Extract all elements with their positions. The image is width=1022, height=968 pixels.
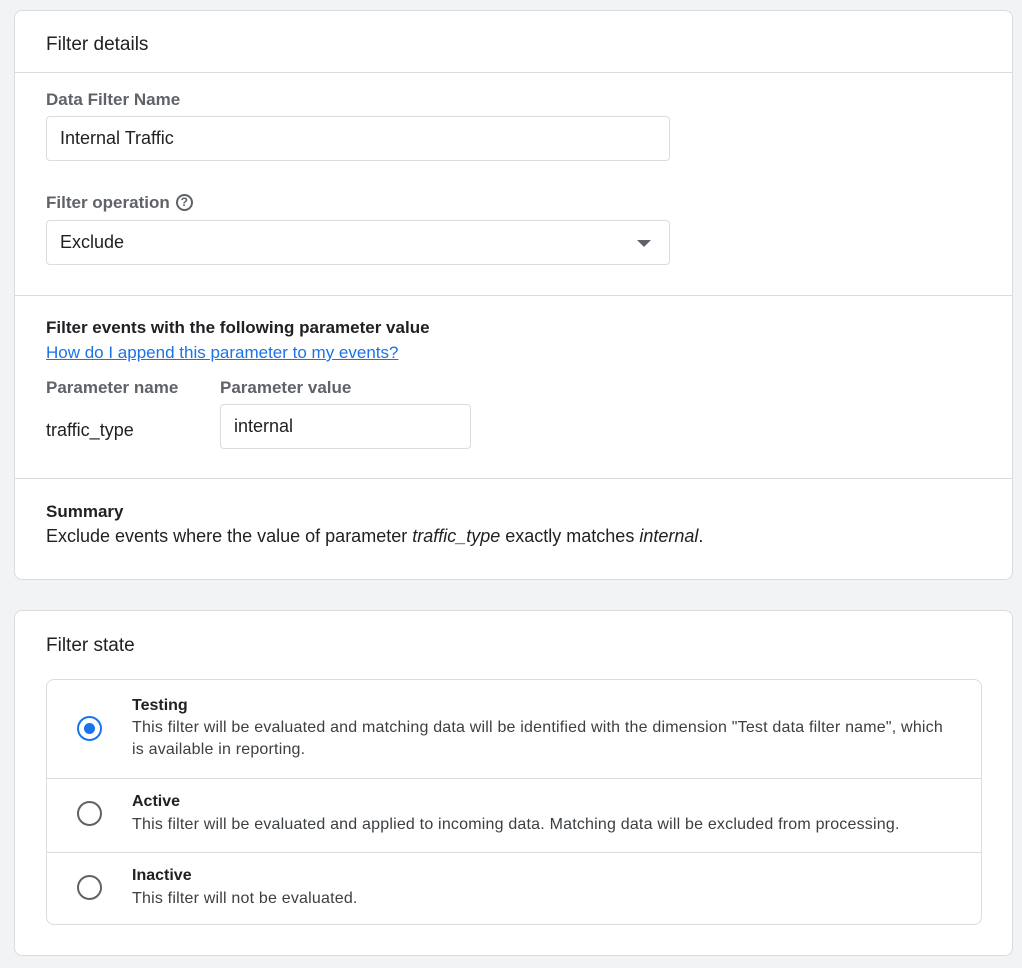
parameter-name-value: traffic_type [46, 420, 134, 440]
data-filter-name-value: Internal Traffic [60, 128, 174, 148]
divider [15, 295, 1012, 296]
state-option-testing[interactable]: Testing This filter will be evaluated an… [47, 680, 981, 778]
state-option-inactive[interactable]: Inactive This filter will not be evaluat… [47, 852, 981, 926]
filter-operation-value: Exclude [60, 232, 125, 252]
divider [15, 72, 1012, 73]
filter-state-title: Filter state [46, 635, 135, 656]
summary-text: Exclude events where the value of parame… [46, 526, 703, 547]
summary-suffix: . [698, 526, 704, 546]
filter-state-card: Filter state Testing This filter will be… [14, 610, 1013, 956]
filter-operation-label-text: Filter operation [46, 193, 170, 212]
parameter-value-header: Parameter value [220, 378, 352, 397]
filter-state-options: Testing This filter will be evaluated an… [46, 679, 982, 925]
summary-middle: exactly matches [500, 526, 640, 546]
radio-button[interactable] [77, 801, 102, 826]
radio-button[interactable] [77, 875, 102, 900]
state-option-title: Active [132, 793, 181, 810]
state-option-description: This filter will be evaluated and applie… [132, 816, 900, 833]
filter-details-title: Filter details [46, 34, 149, 55]
state-option-title: Testing [132, 697, 188, 714]
summary-heading: Summary [46, 502, 124, 521]
data-filter-name-input[interactable]: Internal Traffic [46, 116, 670, 161]
radio-button-selected[interactable] [77, 716, 102, 741]
append-parameter-help-link[interactable]: How do I append this parameter to my eve… [46, 343, 398, 363]
summary-param: traffic_type [412, 526, 501, 546]
state-option-description: This filter will be evaluated and matchi… [132, 719, 943, 758]
summary-value: internal [639, 526, 699, 546]
filter-details-card: Filter details Data Filter Name Internal… [14, 10, 1013, 580]
data-filter-name-label: Data Filter Name [46, 90, 181, 109]
parameter-value-input[interactable]: internal [220, 404, 471, 449]
divider [15, 478, 1012, 479]
parameter-section-heading: Filter events with the following paramet… [46, 318, 430, 337]
parameter-value-text: internal [234, 416, 294, 436]
parameter-name-header: Parameter name [46, 378, 179, 397]
state-option-title: Inactive [132, 867, 192, 884]
filter-operation-label: Filter operation? [46, 193, 193, 213]
filter-operation-dropdown[interactable]: Exclude [46, 220, 670, 265]
help-icon[interactable]: ? [175, 194, 193, 211]
summary-prefix: Exclude events where the value of parame… [46, 526, 413, 546]
state-option-description: This filter will not be evaluated. [132, 890, 358, 907]
dropdown-arrow-icon [637, 240, 651, 247]
state-option-active[interactable]: Active This filter will be evaluated and… [47, 778, 981, 852]
